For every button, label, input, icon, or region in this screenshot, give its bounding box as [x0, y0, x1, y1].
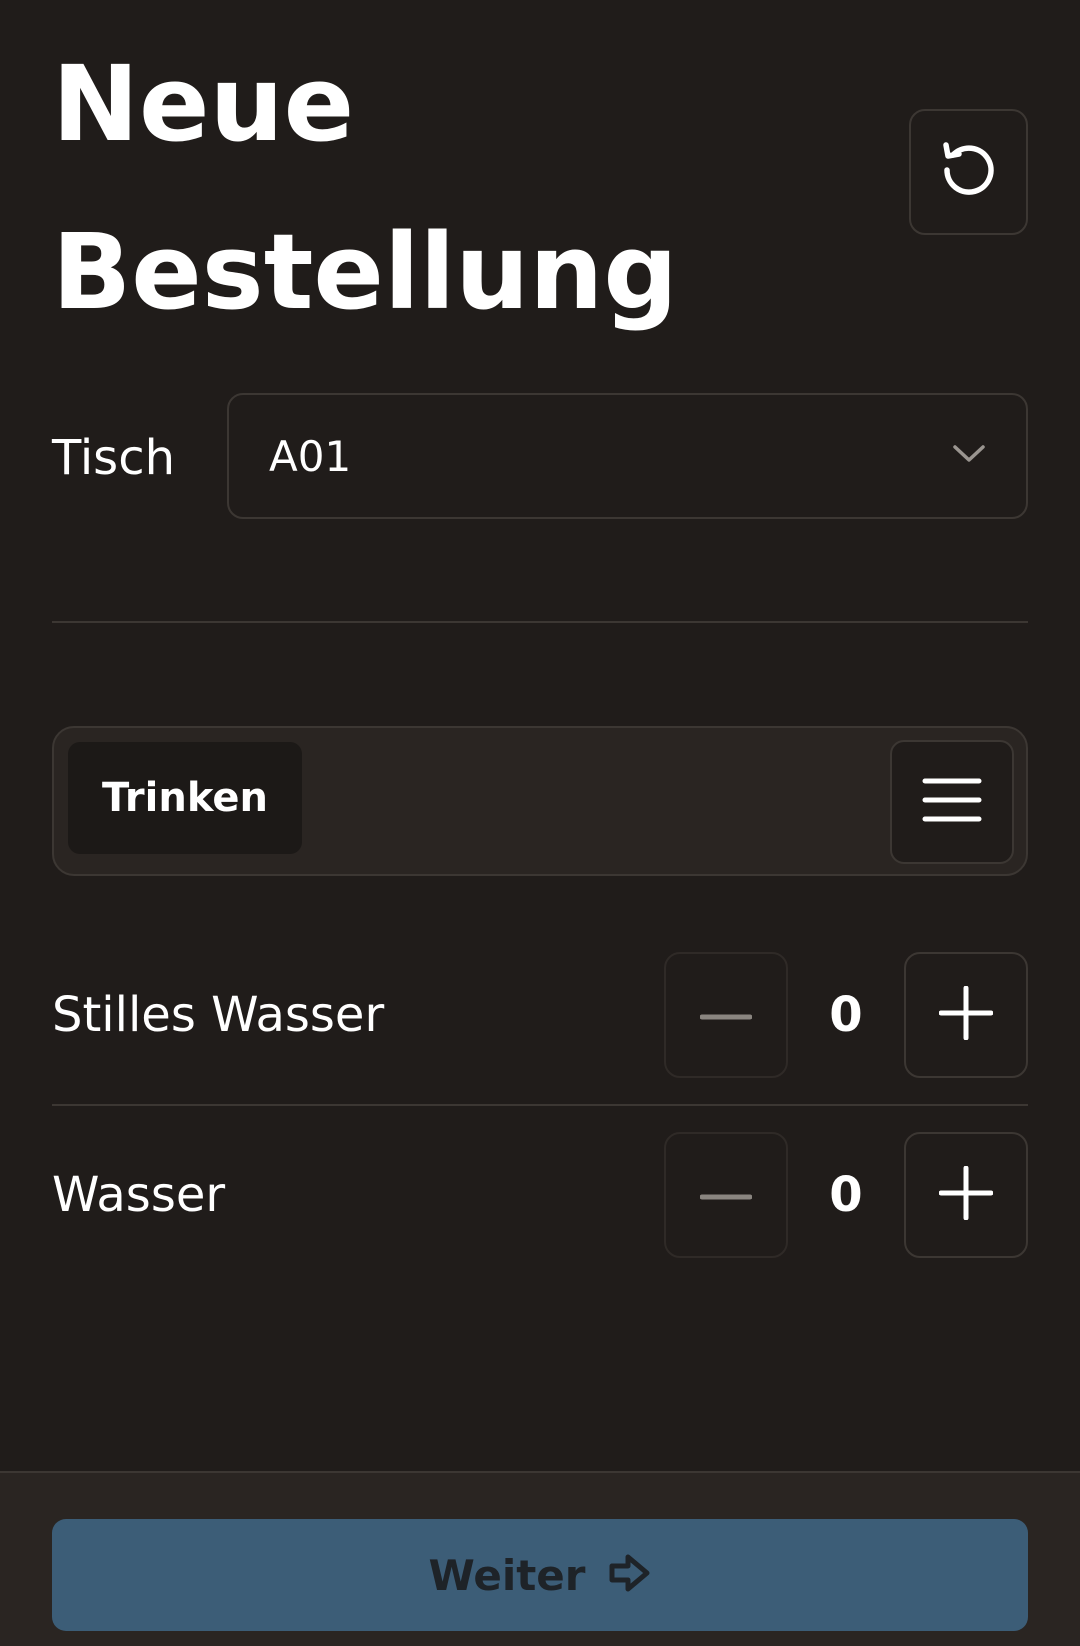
list-item: Wasser 0 — [52, 1132, 1028, 1258]
hamburger-menu-icon — [922, 776, 982, 828]
table-label: Tisch — [52, 430, 175, 486]
list-item: Stilles Wasser 0 — [52, 952, 1028, 1078]
increase-quantity-button[interactable] — [904, 952, 1028, 1078]
minus-icon — [699, 1186, 753, 1205]
plus-icon — [938, 1165, 994, 1224]
category-menu-button[interactable] — [890, 740, 1014, 864]
table-select-value: A01 — [269, 431, 352, 481]
plus-icon — [938, 985, 994, 1044]
next-button[interactable]: Weiter — [52, 1519, 1028, 1631]
increase-quantity-button[interactable] — [904, 1132, 1028, 1258]
section-divider — [52, 621, 1028, 623]
next-button-label: Weiter — [428, 1550, 586, 1600]
decrease-quantity-button[interactable] — [664, 1132, 788, 1258]
page-title: Neue Bestellung — [52, 43, 678, 333]
quantity-value: 0 — [829, 1167, 863, 1223]
category-bar: Trinken — [52, 726, 1028, 876]
minus-icon — [699, 1006, 753, 1025]
quantity-value: 0 — [829, 987, 863, 1043]
arrow-right-icon — [608, 1552, 652, 1598]
reset-rotate-icon — [936, 137, 1002, 207]
table-select[interactable]: A01 — [227, 393, 1028, 519]
decrease-quantity-button[interactable] — [664, 952, 788, 1078]
category-tab-trinken[interactable]: Trinken — [68, 742, 302, 854]
footer-bar: Weiter — [0, 1471, 1080, 1646]
item-divider — [52, 1104, 1028, 1106]
chevron-down-icon — [952, 444, 986, 468]
item-name: Stilles Wasser — [52, 987, 385, 1043]
reset-button[interactable] — [909, 109, 1028, 235]
item-name: Wasser — [52, 1167, 226, 1223]
